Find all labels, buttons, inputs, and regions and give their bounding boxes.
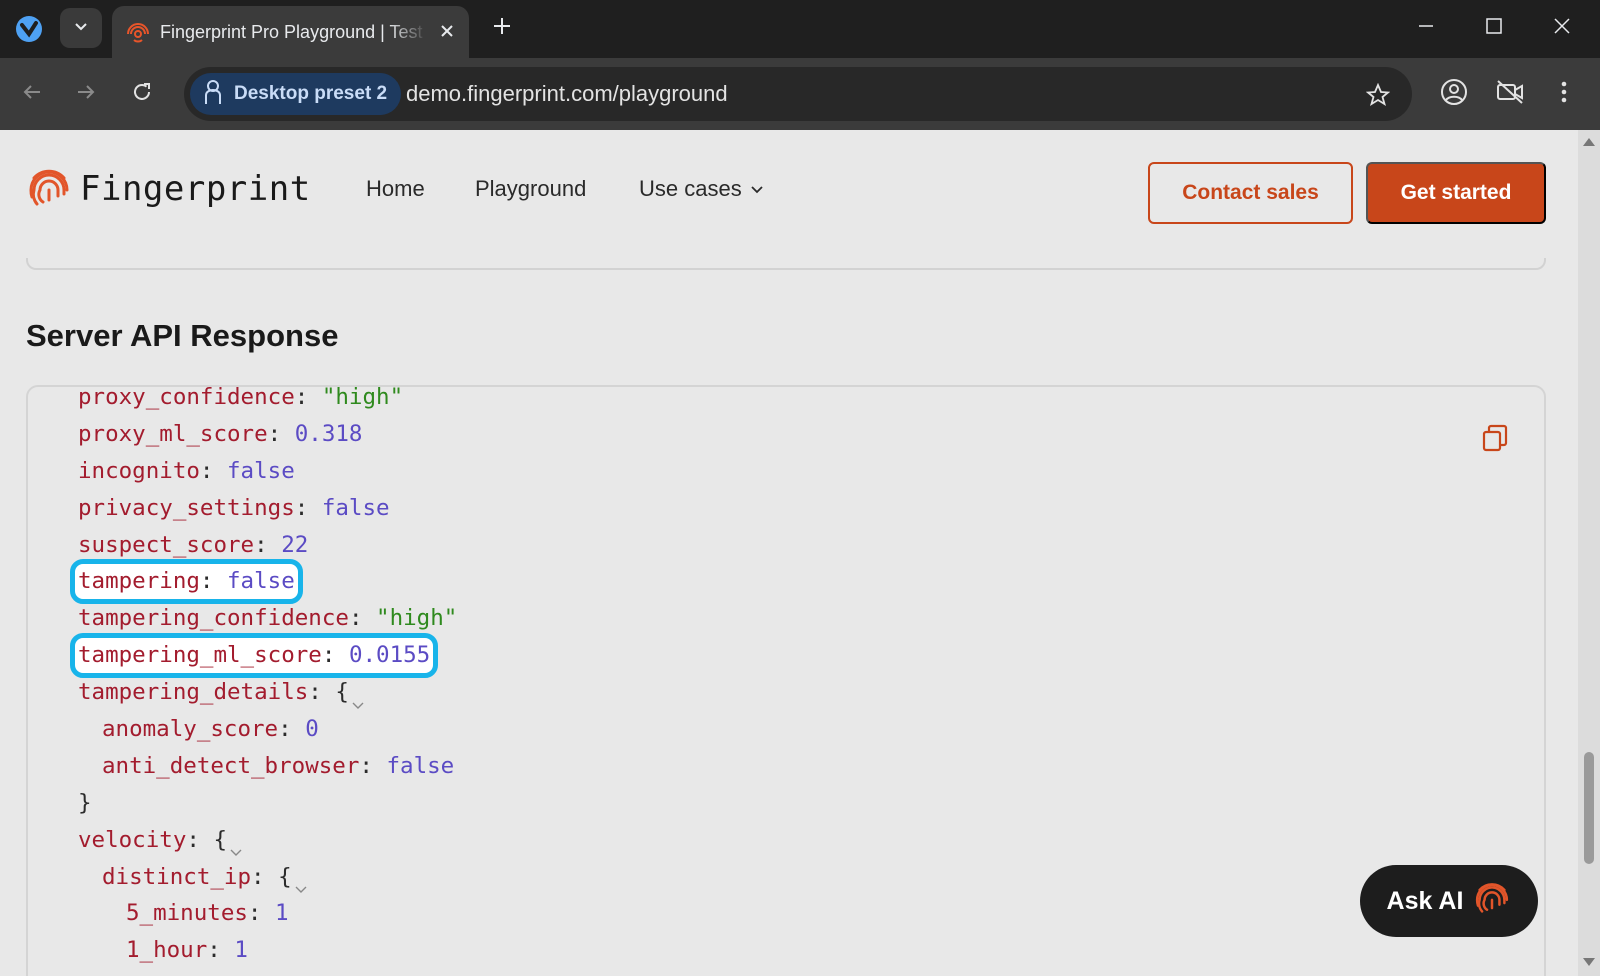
fingerprint-favicon-icon	[126, 21, 150, 45]
json-line: anomaly_score: 0	[102, 716, 319, 743]
get-started-button[interactable]: Get started	[1366, 162, 1546, 224]
ask-ai-label: Ask AI	[1386, 886, 1464, 915]
highlight-box: tampering_ml_score: 0.0155	[69, 633, 439, 679]
json-line: proxy_ml_score: 0.318	[78, 420, 363, 447]
close-icon	[1553, 17, 1571, 40]
reload-icon	[131, 81, 153, 108]
new-tab-button[interactable]	[486, 12, 518, 44]
arrow-right-icon	[75, 81, 97, 108]
arrow-left-icon	[21, 81, 43, 108]
json-line: tampering_confidence: "high"	[78, 605, 458, 632]
browser-toolbar: Desktop preset 2 demo.fingerprint.com/pl…	[0, 58, 1600, 130]
copy-icon[interactable]	[1480, 423, 1510, 453]
address-bar[interactable]: Desktop preset 2 demo.fingerprint.com/pl…	[184, 67, 1412, 121]
json-code-block: proxy_confidence: "high" proxy_ml_score:…	[69, 385, 458, 969]
nav-home-link[interactable]: Home	[366, 174, 425, 204]
json-line: privacy_settings: false	[78, 494, 390, 521]
browser-menu-button[interactable]	[1544, 74, 1584, 114]
json-line: anti_detect_browser: false	[102, 752, 455, 779]
tab-title: Fingerprint Pro Playground | Test	[160, 22, 423, 42]
json-line-tampering-ml-score: tampering_ml_score: 0.0155	[69, 633, 457, 679]
url-text[interactable]: demo.fingerprint.com/playground	[406, 67, 728, 121]
camera-off-button[interactable]	[1490, 74, 1530, 114]
profile-label: Desktop preset 2	[234, 83, 388, 104]
back-button[interactable]	[12, 74, 52, 114]
section-title: Server API Response	[26, 318, 339, 353]
json-line: 1_hour: 1	[126, 937, 248, 964]
highlight-box: tampering: false	[70, 559, 303, 605]
json-line-collapsible[interactable]: distinct_ip: {	[78, 859, 457, 896]
json-line: incognito: false	[78, 457, 295, 484]
tab-close-icon[interactable]	[434, 18, 460, 44]
page-scrollbar[interactable]	[1578, 130, 1600, 976]
json-line: proxy_confidence: "high"	[78, 385, 404, 410]
account-icon	[1440, 78, 1468, 111]
close-window-button[interactable]	[1534, 8, 1590, 48]
fingerprint-icon	[1473, 880, 1511, 923]
reload-button[interactable]	[122, 74, 162, 114]
json-line: }	[78, 789, 92, 816]
browser-logo-icon	[14, 14, 44, 44]
collapse-chevron-icon[interactable]	[294, 872, 308, 894]
browser-tab-bar: Fingerprint Pro Playground | Test	[0, 0, 1600, 58]
person-icon	[202, 79, 224, 110]
nav-use-cases-dropdown[interactable]: Use cases	[639, 174, 764, 204]
json-line-collapsible[interactable]: tampering_details: {	[78, 674, 457, 711]
page-viewport: Fingerprint Home Playground Use cases Co…	[0, 130, 1600, 976]
browser-tab-active[interactable]: Fingerprint Pro Playground | Test	[112, 6, 469, 58]
account-button[interactable]	[1434, 74, 1474, 114]
bookmark-star-icon[interactable]	[1362, 79, 1394, 111]
collapse-chevron-icon[interactable]	[229, 835, 243, 857]
forward-button[interactable]	[66, 74, 106, 114]
json-line-tampering: tampering: false	[70, 559, 457, 605]
json-line: suspect_score: 22	[78, 531, 309, 558]
ask-ai-button[interactable]: Ask AI	[1360, 865, 1538, 937]
minimize-button[interactable]	[1398, 8, 1454, 48]
tab-search-button[interactable]	[60, 8, 102, 48]
scrollbar-thumb[interactable]	[1584, 752, 1594, 864]
site-header: Fingerprint Home Playground Use cases Co…	[0, 130, 1578, 258]
minimize-icon	[1417, 17, 1435, 40]
chevron-down-icon	[750, 174, 764, 204]
chevron-down-icon	[73, 18, 89, 39]
brand-name: Fingerprint	[80, 169, 311, 209]
json-line-collapsible[interactable]: velocity: {	[78, 822, 457, 859]
brand-logo[interactable]: Fingerprint	[26, 166, 311, 212]
plus-icon	[492, 16, 512, 41]
contact-sales-button[interactable]: Contact sales	[1148, 162, 1353, 224]
more-vertical-icon	[1561, 81, 1567, 108]
video-off-icon	[1495, 78, 1525, 111]
maximize-icon	[1485, 17, 1503, 40]
server-api-response-panel: proxy_confidence: "high" proxy_ml_score:…	[26, 385, 1546, 976]
nav-playground-link[interactable]: Playground	[475, 174, 586, 204]
fingerprint-logo-icon	[26, 166, 72, 212]
scroll-up-arrow-icon[interactable]	[1583, 138, 1595, 146]
maximize-button[interactable]	[1466, 8, 1522, 48]
scroll-down-arrow-icon[interactable]	[1583, 958, 1595, 966]
profile-chip[interactable]: Desktop preset 2	[190, 73, 402, 115]
json-line: 5_minutes: 1	[126, 900, 289, 927]
nav-use-cases-label: Use cases	[639, 176, 742, 201]
collapse-chevron-icon[interactable]	[351, 688, 365, 709]
